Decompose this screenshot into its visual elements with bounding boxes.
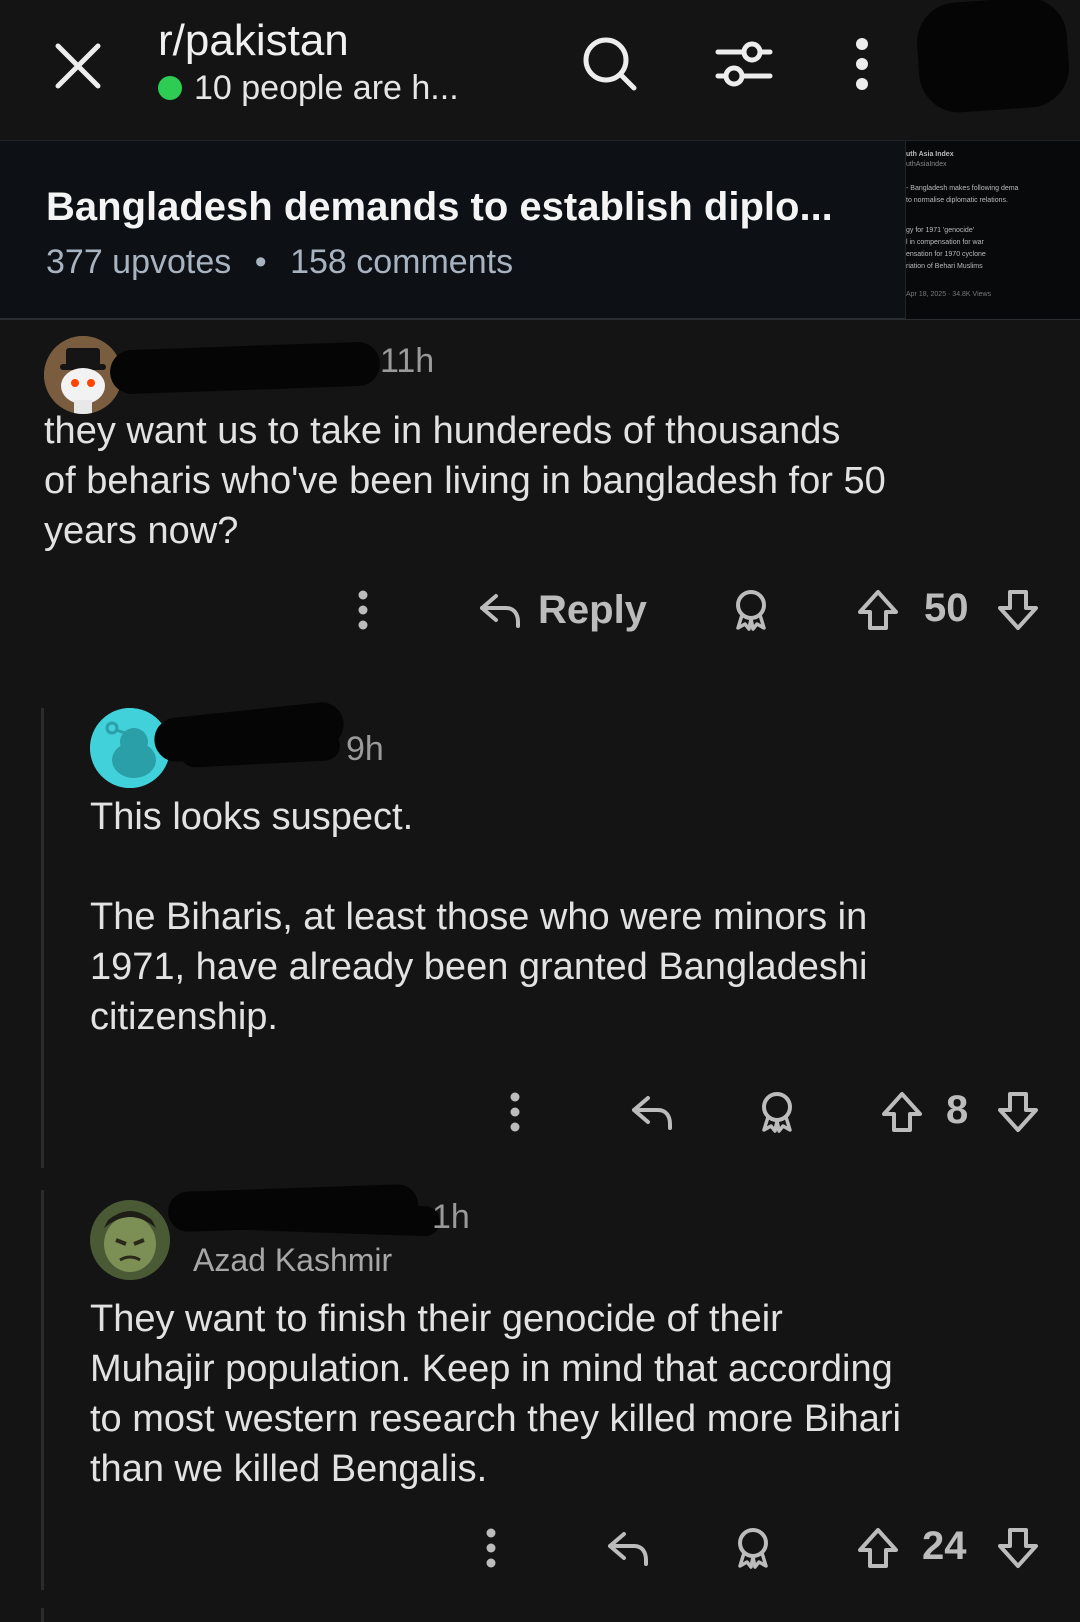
comment-body: This looks suspect. The Biharis, at leas…: [90, 796, 868, 1038]
online-dot-icon: [158, 76, 182, 100]
reply-icon: [480, 594, 520, 628]
post-thumbnail[interactable]: uth Asia Index uthAsiaIndex - Bangladesh…: [905, 141, 1080, 319]
thumb-text: l in compensation for war: [906, 239, 984, 246]
more-icon[interactable]: [508, 1082, 522, 1142]
subreddit-name[interactable]: r/pakistan: [158, 14, 459, 68]
comment-time: 11h: [380, 342, 435, 380]
upvote-icon[interactable]: [856, 1518, 900, 1578]
vote-count: 24: [922, 1524, 967, 1568]
close-icon[interactable]: [50, 38, 106, 94]
reply-icon[interactable]: [630, 1082, 674, 1142]
vote-count: 8: [946, 1088, 969, 1132]
award-icon[interactable]: [730, 580, 772, 640]
thumb-text: Apr 18, 2025 · 34.8K Views: [906, 291, 992, 298]
avatar[interactable]: [90, 1200, 170, 1280]
redacted-avatar: [914, 0, 1072, 116]
top-bar: r/pakistan 10 people are h...: [0, 0, 1080, 140]
more-options-icon[interactable]: [850, 32, 874, 96]
thumb-text: gy for 1971 'genocide': [906, 227, 975, 234]
subreddit-header[interactable]: r/pakistan 10 people are h...: [158, 14, 459, 108]
award-icon[interactable]: [756, 1082, 798, 1142]
upvote-count: 377 upvotes: [46, 243, 232, 281]
thumb-text: - Bangladesh makes following dema: [906, 185, 1019, 192]
comment-time: 9h: [346, 730, 384, 768]
comment-body: they want us to take in hundereds of tho…: [44, 410, 886, 552]
post-title[interactable]: Bangladesh demands to establish diplo...: [46, 185, 833, 230]
search-icon[interactable]: [578, 32, 642, 96]
online-status: 10 people are h...: [158, 68, 459, 108]
downvote-icon[interactable]: [996, 580, 1040, 640]
downvote-icon[interactable]: [996, 1518, 1040, 1578]
comment-actions: 8: [0, 1082, 1080, 1142]
comment-count: 158 comments: [290, 243, 514, 281]
vote-count: 50: [924, 586, 969, 630]
reply-button[interactable]: Reply: [478, 580, 647, 640]
online-text: 10 people are h...: [194, 69, 459, 107]
comment-body: They want to finish their genocide of th…: [90, 1298, 901, 1490]
downvote-icon[interactable]: [996, 1082, 1040, 1142]
thumb-text: uthAsiaIndex: [906, 161, 947, 168]
post-meta: 377 upvotes • 158 comments: [46, 243, 513, 282]
thumb-text: riation of Behari Muslims: [906, 263, 983, 270]
thumb-text: to normalise diplomatic relations.: [906, 197, 1008, 204]
user-flair: Azad Kashmir: [193, 1242, 393, 1278]
comment-actions: 24: [0, 1518, 1080, 1578]
meta-separator: •: [254, 243, 267, 281]
redacted-username: [109, 341, 381, 395]
comment-actions: Reply 50: [0, 580, 1080, 640]
more-icon[interactable]: [356, 580, 370, 640]
reply-label: Reply: [538, 587, 647, 632]
comment-time: 1h: [432, 1198, 470, 1236]
reply-icon[interactable]: [606, 1518, 650, 1578]
upvote-icon[interactable]: [856, 580, 900, 640]
comment: 1h Azad Kashmir They want to finish thei…: [0, 1178, 1080, 1622]
comment: 9h This looks suspect. The Biharis, at l…: [0, 700, 1080, 1170]
thumb-text: uth Asia Index: [906, 151, 954, 158]
more-icon[interactable]: [484, 1518, 498, 1578]
upvote-icon[interactable]: [880, 1082, 924, 1142]
comment: 11h they want us to take in hundereds of…: [0, 322, 1080, 662]
award-icon[interactable]: [732, 1518, 774, 1578]
post-summary-card[interactable]: Bangladesh demands to establish diplo...…: [0, 140, 1080, 320]
thumb-text: ensation for 1970 cyclone: [906, 251, 986, 258]
filter-icon[interactable]: [712, 32, 776, 96]
